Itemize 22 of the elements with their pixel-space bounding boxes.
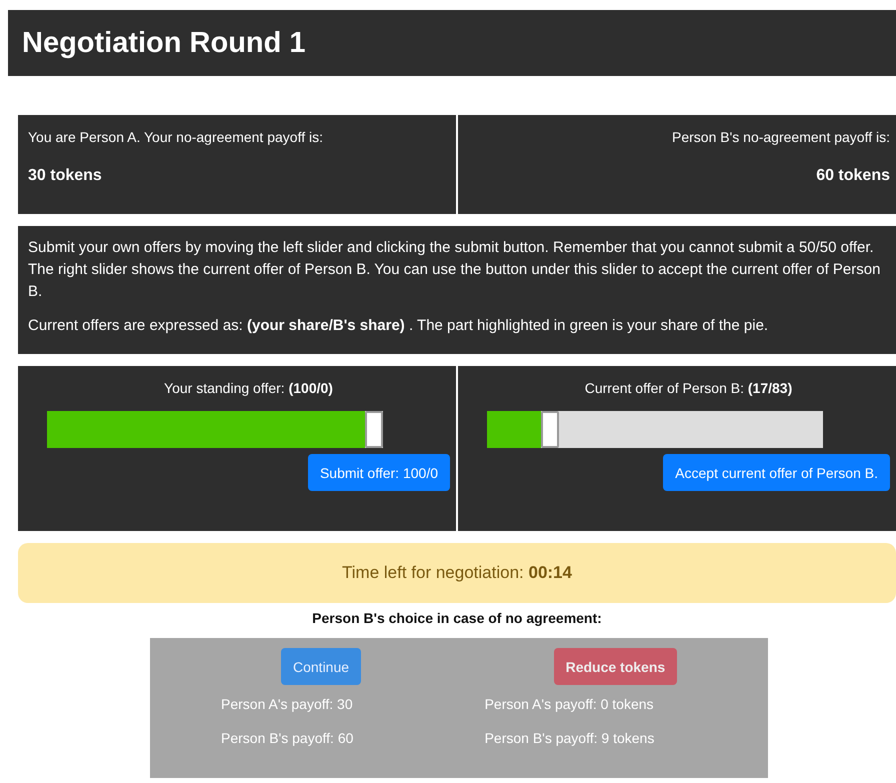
offer-label: Current offer of Person B: (17/83) bbox=[584, 380, 792, 396]
instruction-text: Current offers are expressed as: (your share/B's share) . The part highlighted in green is your share of the pie. bbox=[28, 316, 770, 336]
page-title: Negotiation Round 1 bbox=[22, 26, 306, 60]
instruction-text: Submit your own offers by moving the left slider and clicking the submit button. Remember that you cannot submit a 50/50 offer. The right slider shows the current offer of Person B. You can use the button under this slider to accept the current offer of Person B. bbox=[28, 238, 882, 302]
offer-slider[interactable] bbox=[487, 411, 823, 448]
payoff-text: Person B's payoff: 9 tokens bbox=[484, 730, 656, 746]
slider-thumb[interactable] bbox=[541, 411, 560, 448]
payoff-label: Person B's no-agreement payoff is: bbox=[671, 129, 890, 145]
payoff-label: You are Person A. Your no-agreement payoff is: bbox=[28, 129, 324, 145]
offer-label: Your standing offer: (100/0) bbox=[164, 380, 333, 396]
submit-offer-button[interactable]: Submit offer: 100/0 bbox=[308, 454, 450, 491]
payoff-text: Person A's payoff: 0 tokens bbox=[484, 696, 655, 712]
payoff-text: Person B's payoff: 60 bbox=[221, 730, 354, 746]
continue-button[interactable]: Continue bbox=[281, 648, 362, 685]
accept-offer-button[interactable]: Accept current offer of Person B. bbox=[663, 454, 890, 491]
reduce-tokens-button[interactable]: Reduce tokens bbox=[554, 648, 678, 685]
slider-thumb[interactable] bbox=[365, 411, 383, 448]
choice-heading: Person B's choice in case of no agreement: bbox=[311, 610, 603, 626]
payoff-text: Person A's payoff: 30 bbox=[221, 696, 354, 712]
payoff-value: 60 tokens bbox=[816, 167, 890, 185]
timer-text: Time left for negotiation: 00:14 bbox=[342, 563, 572, 583]
payoff-value: 30 tokens bbox=[28, 167, 102, 185]
